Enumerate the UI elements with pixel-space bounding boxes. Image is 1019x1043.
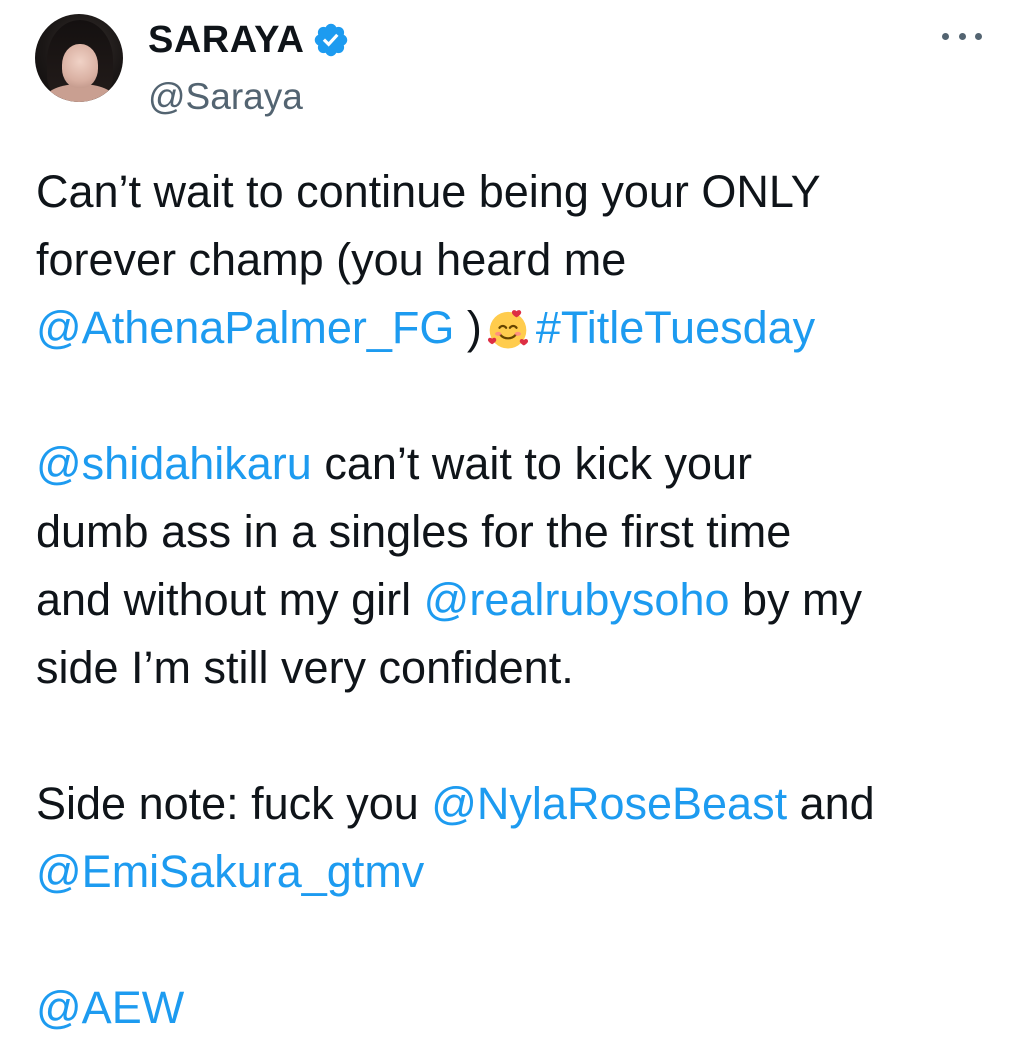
more-dot — [975, 32, 982, 40]
smiling-face-with-hearts-icon — [487, 310, 528, 349]
mention-link-athena[interactable]: @AthenaPalmer_FG — [36, 302, 454, 353]
tweet-line: @AEW — [36, 974, 986, 1042]
more-dot — [958, 32, 966, 40]
mention-link-aew[interactable]: @AEW — [36, 982, 184, 1033]
tweet-text-segment: and without my girl — [36, 574, 424, 625]
author-name-row: SARAYA — [148, 18, 350, 62]
hashtag-link-titletuesday[interactable]: #TitleTuesday — [536, 302, 815, 353]
tweet-line: dumb ass in a singles for the first time — [36, 498, 986, 566]
tweet-text-segment: and — [787, 778, 875, 829]
tweet-text-segment: can’t wait to kick your — [311, 438, 752, 489]
tweet-text-segment: ) — [454, 302, 482, 353]
tweet-text: Can’t wait to continue being your ONLY f… — [36, 158, 986, 1042]
mention-link-nylarosebeast[interactable]: @NylaRoseBeast — [431, 778, 787, 829]
tweet-text-segment: by my — [729, 574, 863, 625]
tweet-line: forever champ (you heard me — [36, 226, 986, 294]
mention-link-shidahikaru[interactable]: @shidahikaru — [36, 438, 312, 489]
mention-link-emisakura[interactable]: @EmiSakura_gtmv — [36, 846, 424, 897]
tweet-text-segment: dumb ass in a singles for the first time — [36, 506, 792, 557]
tweet-text-segment: forever champ (you heard me — [36, 234, 627, 285]
tweet-line: and without my girl @realrubysoho by my — [36, 566, 986, 634]
tweet-text-segment: Side note: fuck you — [36, 778, 432, 829]
tweet-card: SARAYA @Saraya Can’t wait to continue be… — [0, 0, 1019, 1043]
avatar[interactable] — [35, 14, 123, 102]
author-display-name[interactable]: SARAYA — [148, 19, 304, 62]
verified-badge-icon — [315, 23, 348, 57]
tweet-line: @shidahikaru can’t wait to kick your — [36, 430, 986, 498]
tweet-text-segment: side I’m still very confident. — [36, 642, 574, 693]
tweet-line: Can’t wait to continue being your ONLY — [36, 158, 986, 226]
tweet-line: Side note: fuck you @NylaRoseBeast and — [36, 770, 986, 838]
tweet-text-segment: Can’t wait to continue being your ONLY — [36, 166, 821, 217]
mention-link-realrubysoho[interactable]: @realrubysoho — [424, 574, 730, 625]
avatar-face — [62, 44, 98, 88]
tweet-line: side I’m still very confident. — [36, 634, 986, 702]
tweet-line: @EmiSakura_gtmv — [36, 838, 986, 906]
more-dot — [942, 32, 949, 40]
author-handle[interactable]: @Saraya — [148, 76, 303, 118]
tweet-line: @AthenaPalmer_FG ) #TitleTuesday — [36, 294, 986, 362]
more-options-icon[interactable] — [942, 26, 982, 46]
